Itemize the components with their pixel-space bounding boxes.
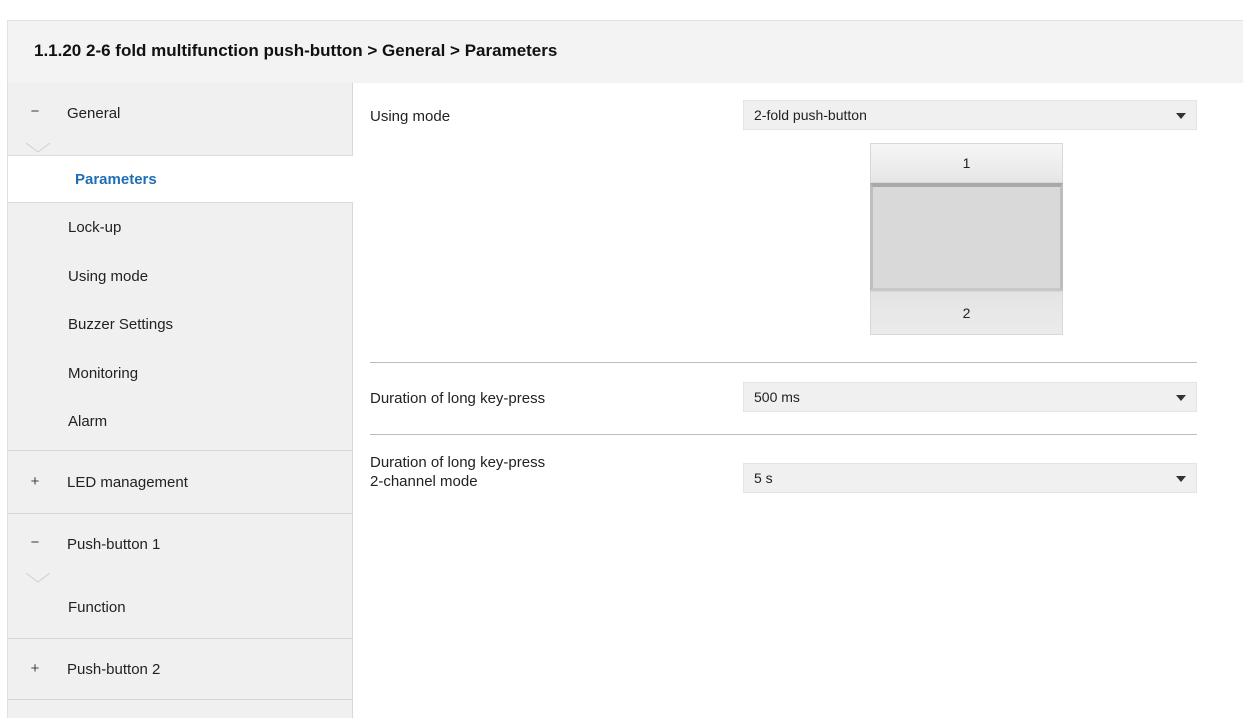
long-press-2ch-select[interactable]: 5 s xyxy=(743,463,1197,493)
collapse-icon[interactable]: − xyxy=(28,103,42,120)
divider xyxy=(370,434,1197,435)
expand-icon[interactable]: + xyxy=(28,473,42,490)
caret-down-icon xyxy=(26,573,50,583)
sidebar-group-push-button-1[interactable]: − Push-button 1 xyxy=(8,514,353,570)
using-mode-label: Using mode xyxy=(370,108,451,125)
long-press-select[interactable]: 500 ms xyxy=(743,382,1197,412)
sidebar-group-label: Push-button 1 xyxy=(67,536,161,553)
sidebar: − General Parameters Lock-up Using mode … xyxy=(7,83,355,718)
select-value: 500 ms xyxy=(754,389,800,405)
sidebar-item-buzzer-settings[interactable]: Buzzer Settings xyxy=(68,316,173,333)
sidebar-group-label: LED management xyxy=(67,474,188,491)
select-value: 5 s xyxy=(754,470,773,486)
sidebar-group-general[interactable]: − General xyxy=(8,83,353,139)
page-title: 1.1.20 2-6 fold multifunction push-butto… xyxy=(34,41,558,60)
sidebar-item-monitoring[interactable]: Monitoring xyxy=(68,365,138,382)
label-line: 2-channel mode xyxy=(370,473,478,490)
push-button-center-panel xyxy=(870,183,1063,291)
sidebar-item-function[interactable]: Function xyxy=(68,599,126,616)
sidebar-group-push-button-2[interactable]: + Push-button 2 xyxy=(8,639,353,699)
divider xyxy=(370,362,1197,363)
label-line: Duration of long key-press xyxy=(370,454,546,471)
dropdown-arrow-icon[interactable] xyxy=(1176,395,1186,401)
dropdown-arrow-icon[interactable] xyxy=(1176,476,1186,482)
push-button-diagram: 1 2 xyxy=(870,143,1063,335)
select-value: 2-fold push-button xyxy=(754,107,867,123)
parameters-panel: Using mode 2-fold push-button 1 2 Durati… xyxy=(353,83,1243,718)
expand-icon[interactable]: + xyxy=(28,660,42,677)
key-number: 1 xyxy=(962,155,971,171)
push-button-key-1: 1 xyxy=(870,143,1063,183)
sidebar-item-using-mode[interactable]: Using mode xyxy=(68,268,148,285)
key-number: 2 xyxy=(962,305,971,321)
sidebar-item-alarm[interactable]: Alarm xyxy=(68,413,107,430)
dropdown-arrow-icon[interactable] xyxy=(1176,113,1186,119)
sidebar-group-label: General xyxy=(67,105,121,122)
push-button-key-2: 2 xyxy=(870,291,1063,335)
sidebar-item-parameters[interactable]: Parameters xyxy=(8,155,355,203)
collapse-icon[interactable]: − xyxy=(28,534,42,551)
caret-down-icon xyxy=(26,143,50,153)
sidebar-group-led-management[interactable]: + LED management xyxy=(8,451,353,513)
sidebar-item-label: Parameters xyxy=(75,171,157,188)
sidebar-group-label: Push-button 2 xyxy=(67,661,161,678)
breadcrumb-header: 1.1.20 2-6 fold multifunction push-butto… xyxy=(7,20,1243,83)
sidebar-divider xyxy=(8,699,353,700)
long-press-2ch-label: Duration of long key-press 2-channel mod… xyxy=(370,453,545,491)
long-press-label: Duration of long key-press xyxy=(370,390,546,407)
using-mode-select[interactable]: 2-fold push-button xyxy=(743,100,1197,130)
sidebar-item-lock-up[interactable]: Lock-up xyxy=(68,219,121,236)
